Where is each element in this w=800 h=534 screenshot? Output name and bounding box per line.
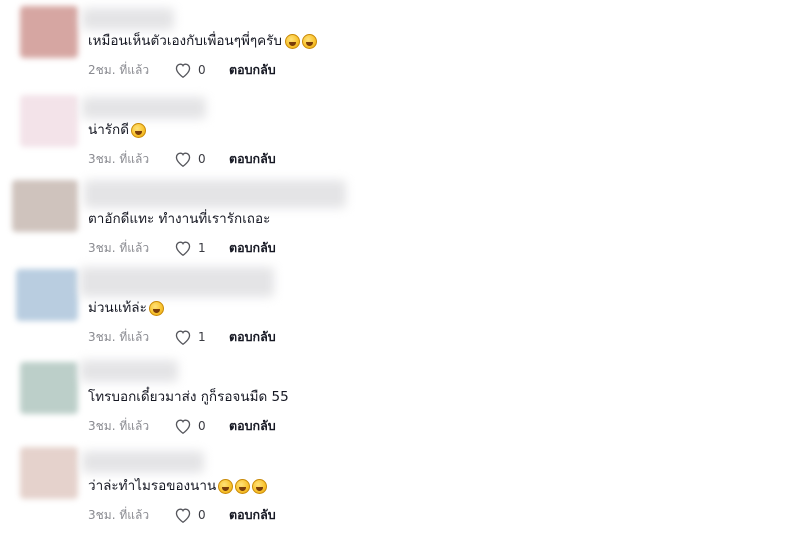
comment-text: เหมือนเห็นตัวเองกับเพื่อนๆพี่ๆครับ (88, 33, 282, 49)
heart-icon (175, 152, 191, 167)
timestamp: 3ชม. ที่แล้ว (88, 240, 150, 255)
comment-text-row: น่ารักดี (88, 120, 147, 140)
comment-meta: 2ชม. ที่แล้ว 0 ตอบกลับ (88, 60, 276, 80)
username-blurred[interactable] (82, 451, 204, 473)
comment-item: ม่วนแท้ล่ะ 3ชม. ที่แล้ว 1 ตอบกลับ (0, 267, 800, 356)
like-button[interactable]: 0 (174, 151, 229, 167)
rofl-emoji (302, 33, 317, 49)
comment-text: ตาอักดีแทะ ทำงานที่เรารักเถอะ (88, 211, 271, 227)
comment-text: ว่าล่ะทำไมรอของนาน (88, 478, 217, 494)
like-count: 1 (198, 241, 206, 255)
timestamp: 3ชม. ที่แล้ว (88, 418, 150, 433)
like-button[interactable]: 1 (174, 240, 229, 256)
timestamp: 3ชม. ที่แล้ว (88, 151, 150, 166)
timestamp: 2ชม. ที่แล้ว (88, 62, 150, 77)
grin-sweat-emoji (252, 478, 268, 494)
comment-text-row: ม่วนแท้ล่ะ (88, 298, 164, 318)
comment-meta: 3ชม. ที่แล้ว 1 ตอบกลับ (88, 327, 276, 347)
grin-sweat-emoji (218, 478, 234, 494)
comment-meta: 3ชม. ที่แล้ว 0 ตอบกลับ (88, 416, 276, 436)
comment-item: น่ารักดี 3ชม. ที่แล้ว 0 ตอบกลับ (0, 89, 800, 178)
username-blurred[interactable] (82, 8, 174, 30)
reply-button[interactable]: ตอบกลับ (229, 60, 276, 80)
reply-button[interactable]: ตอบกลับ (229, 149, 276, 169)
grin-sweat-emoji (235, 478, 251, 494)
username-blurred[interactable] (80, 360, 178, 382)
avatar[interactable] (16, 269, 78, 321)
like-count: 1 (198, 330, 206, 344)
avatar[interactable] (20, 6, 78, 58)
like-count: 0 (198, 152, 206, 166)
comment-item: เหมือนเห็นตัวเองกับเพื่อนๆพี่ๆครับ 2ชม. … (0, 0, 800, 89)
like-button[interactable]: 1 (174, 329, 229, 345)
like-count: 0 (198, 63, 206, 77)
avatar[interactable] (12, 180, 78, 232)
like-count: 0 (198, 508, 206, 522)
reply-button[interactable]: ตอบกลับ (229, 327, 276, 347)
comment-meta: 3ชม. ที่แล้ว 0 ตอบกลับ (88, 505, 276, 525)
username-blurred[interactable] (84, 180, 346, 208)
comment-text: ม่วนแท้ล่ะ (88, 300, 147, 316)
comment-text: โทรบอกเดี๋ยวมาส่ง กูก็รอจนมืด 55 (88, 389, 289, 405)
reply-button[interactable]: ตอบกลับ (229, 238, 276, 258)
heart-icon (175, 241, 191, 256)
grin-sweat-emoji (148, 300, 164, 316)
reply-button[interactable]: ตอบกลับ (229, 505, 276, 525)
grin-sweat-emoji (131, 122, 147, 138)
comment-text: น่ารักดี (88, 122, 130, 138)
heart-icon (175, 63, 191, 78)
like-button[interactable]: 0 (174, 418, 229, 434)
heart-icon (175, 419, 191, 434)
username-blurred[interactable] (82, 97, 206, 119)
like-button[interactable]: 0 (174, 507, 229, 523)
avatar[interactable] (20, 95, 78, 147)
comment-text-row: เหมือนเห็นตัวเองกับเพื่อนๆพี่ๆครับ (88, 31, 317, 51)
like-button[interactable]: 0 (174, 62, 229, 78)
username-blurred[interactable] (80, 267, 274, 297)
heart-icon (175, 508, 191, 523)
like-count: 0 (198, 419, 206, 433)
comment-meta: 3ชม. ที่แล้ว 0 ตอบกลับ (88, 149, 276, 169)
comment-item: โทรบอกเดี๋ยวมาส่ง กูก็รอจนมืด 55 3ชม. ที… (0, 356, 800, 445)
comment-text-row: ว่าล่ะทำไมรอของนาน (88, 476, 268, 496)
avatar[interactable] (20, 447, 78, 499)
timestamp: 3ชม. ที่แล้ว (88, 507, 150, 522)
avatar[interactable] (20, 362, 78, 414)
heart-icon (175, 330, 191, 345)
comment-meta: 3ชม. ที่แล้ว 1 ตอบกลับ (88, 238, 276, 258)
comment-item: ว่าล่ะทำไมรอของนาน 3ชม. ที่แล้ว 0 ตอบกลั… (0, 445, 800, 534)
comment-item: ตาอักดีแทะ ทำงานที่เรารักเถอะ 3ชม. ที่แล… (0, 178, 800, 267)
comment-text-row: โทรบอกเดี๋ยวมาส่ง กูก็รอจนมืด 55 (88, 387, 289, 407)
comment-text-row: ตาอักดีแทะ ทำงานที่เรารักเถอะ (88, 209, 270, 229)
reply-button[interactable]: ตอบกลับ (229, 416, 276, 436)
rofl-emoji (285, 33, 300, 49)
timestamp: 3ชม. ที่แล้ว (88, 329, 150, 344)
